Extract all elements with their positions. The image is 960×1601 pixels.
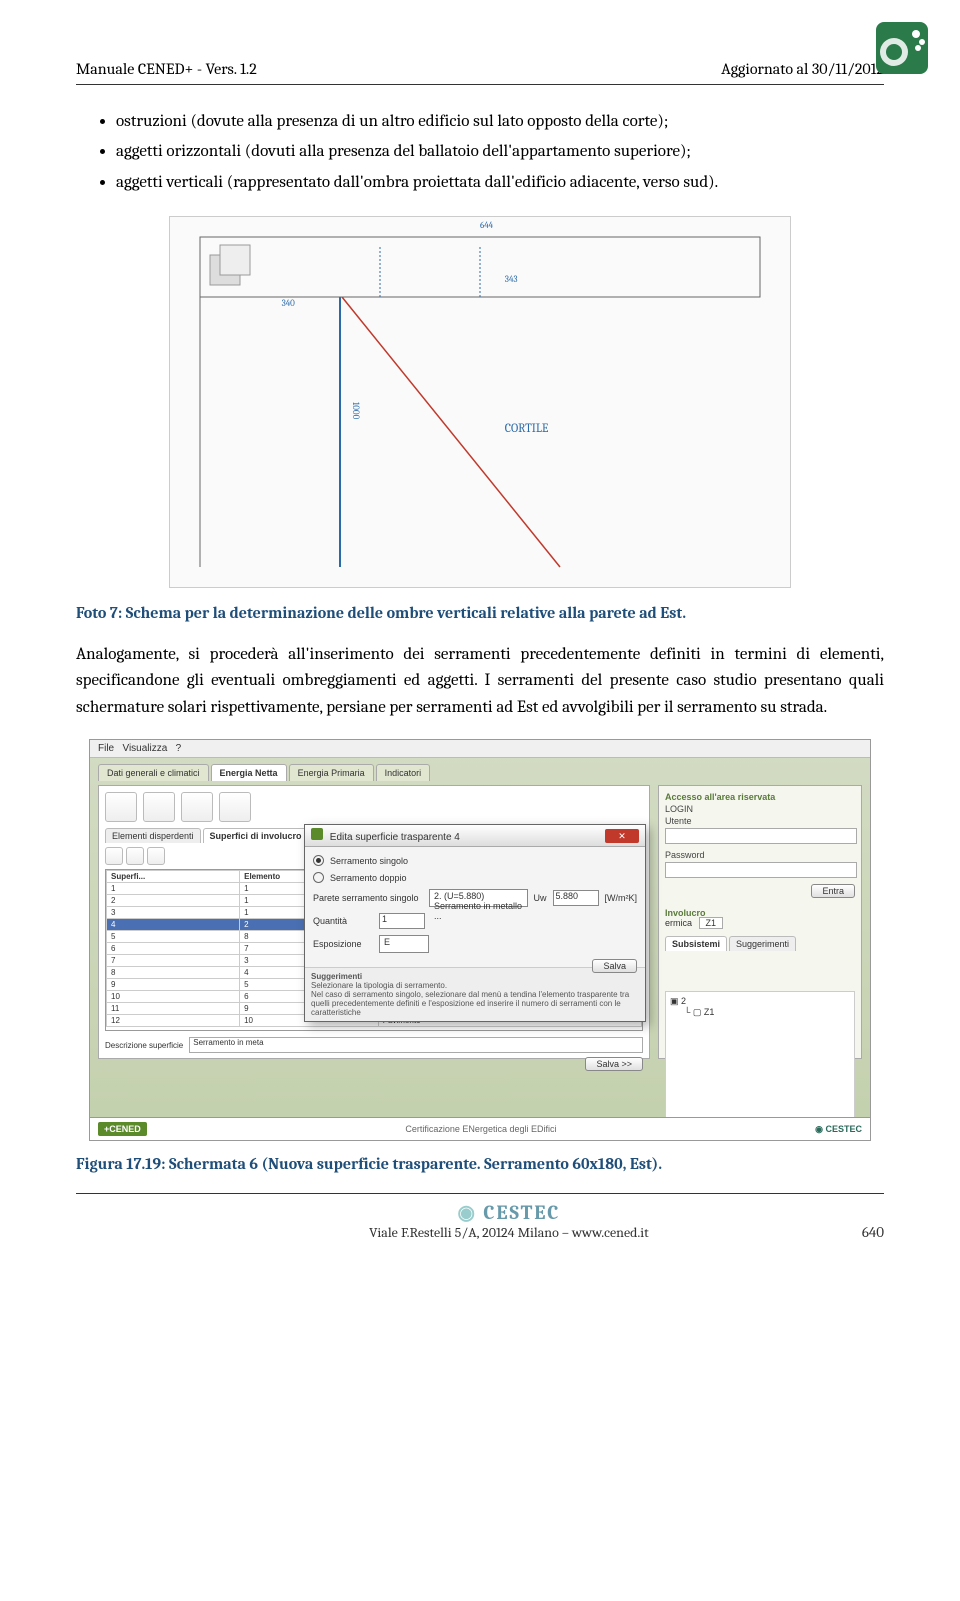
page-header: Manuale CENED+ - Vers. 1.2 Aggiornato al… bbox=[76, 60, 884, 78]
tab-energia-netta[interactable]: Energia Netta bbox=[211, 764, 287, 781]
uw-value: 5.880 bbox=[553, 890, 599, 906]
footer-address: Viale F.Restelli 5/A, 20124 Milano – www… bbox=[156, 1224, 862, 1241]
zona-label: ermica bbox=[665, 918, 692, 928]
table-cell: 9 bbox=[107, 979, 240, 991]
tree-child[interactable]: Z1 bbox=[704, 1007, 715, 1017]
radio-serramento-singolo[interactable] bbox=[313, 855, 324, 866]
app-screenshot: File Visualizza ? Dati generali e climat… bbox=[89, 739, 871, 1141]
add-icon[interactable] bbox=[105, 847, 123, 865]
toolbar-icon[interactable] bbox=[105, 792, 137, 822]
statusbar-text: Certificazione ENergetica degli EDifici bbox=[405, 1124, 556, 1134]
table-cell: 3 bbox=[107, 907, 240, 919]
zona-badge: Z1 bbox=[699, 917, 724, 929]
parete-select[interactable]: 2. (U=5.880) Serramento in metallo ... bbox=[429, 889, 528, 907]
figure-caption: Foto 7: Schema per la determinazione del… bbox=[76, 604, 884, 622]
table-cell: 2 bbox=[107, 895, 240, 907]
body-paragraph: Analogamente, si procederà all'inserimen… bbox=[76, 642, 884, 721]
dialog-title-text: Edita superficie trasparente 4 bbox=[311, 828, 460, 843]
table-cell: 6 bbox=[107, 943, 240, 955]
salva-main-button[interactable]: Salva >> bbox=[585, 1057, 643, 1071]
cortile-label: CORTILE bbox=[505, 421, 549, 435]
cened-logo-icon bbox=[874, 20, 930, 76]
close-icon[interactable]: ✕ bbox=[605, 829, 639, 843]
dimension-label: 644 bbox=[480, 221, 493, 231]
header-rule bbox=[76, 84, 884, 85]
table-cell: 12 bbox=[107, 1015, 240, 1027]
password-input[interactable] bbox=[665, 862, 857, 878]
table-cell: 5 bbox=[107, 931, 240, 943]
uw-label: Uw bbox=[534, 893, 547, 903]
tab-energia-primaria[interactable]: Energia Primaria bbox=[289, 764, 374, 781]
toolbar-icon[interactable] bbox=[181, 792, 213, 822]
cened-badge: +CENED bbox=[98, 1122, 147, 1136]
edit-icon[interactable] bbox=[126, 847, 144, 865]
dialog-icon bbox=[311, 828, 323, 840]
bullet-item: aggetti orizzontali (dovuti alla presenz… bbox=[116, 139, 884, 165]
plan-drawing: CORTILE 644 340 343 1000 bbox=[169, 216, 791, 588]
table-cell: 8 bbox=[107, 967, 240, 979]
edit-surface-dialog: Edita superficie trasparente 4 ✕ Serrame… bbox=[304, 824, 646, 1022]
status-bar: +CENED Certificazione ENergetica degli E… bbox=[90, 1117, 870, 1140]
radio-label: Serramento singolo bbox=[330, 856, 408, 866]
entra-button[interactable]: Entra bbox=[811, 884, 855, 898]
radio-label: Serramento doppio bbox=[330, 873, 407, 883]
toolbar-icon[interactable] bbox=[143, 792, 175, 822]
footer-rule bbox=[76, 1193, 884, 1194]
right-panel: Accesso all'area riservata LOGIN Utente … bbox=[658, 785, 862, 1059]
utente-input[interactable] bbox=[665, 828, 857, 844]
subtab-superfici[interactable]: Superfici di involucro bbox=[203, 828, 309, 843]
tab-dati-generali[interactable]: Dati generali e climatici bbox=[98, 764, 209, 781]
utente-label: Utente bbox=[665, 816, 855, 826]
doc-date: Aggiornato al 30/11/2012 bbox=[721, 60, 884, 78]
parete-label: Parete serramento singolo bbox=[313, 893, 423, 903]
col-superficie[interactable]: Superfi... bbox=[107, 871, 240, 883]
delete-icon[interactable] bbox=[147, 847, 165, 865]
bullet-list: ostruzioni (dovute alla presenza di un a… bbox=[76, 109, 884, 196]
table-cell: 10 bbox=[107, 991, 240, 1003]
dimension-label: 340 bbox=[282, 299, 295, 309]
figure-caption: Figura 17.19: Schermata 6 (Nuova superfi… bbox=[76, 1155, 884, 1173]
quantita-input[interactable]: 1 bbox=[379, 913, 425, 929]
subtab-subsistemi[interactable]: Subsistemi bbox=[665, 936, 727, 951]
login-label: LOGIN bbox=[665, 804, 855, 814]
menu-file[interactable]: File bbox=[98, 743, 114, 754]
dimension-label: 1000 bbox=[350, 402, 360, 419]
subtab-elementi[interactable]: Elementi disperdenti bbox=[105, 828, 201, 843]
quantita-label: Quantità bbox=[313, 916, 373, 926]
sugg-title: Suggerimenti bbox=[311, 972, 639, 981]
page-number: 640 bbox=[862, 1223, 884, 1241]
toolbar-icon[interactable] bbox=[219, 792, 251, 822]
esposizione-select[interactable]: E bbox=[379, 935, 429, 953]
salva-button[interactable]: Salva bbox=[592, 959, 637, 973]
menu-bar: File Visualizza ? bbox=[90, 740, 870, 758]
radio-serramento-doppio[interactable] bbox=[313, 872, 324, 883]
table-cell: 11 bbox=[107, 1003, 240, 1015]
uw-unit: [W/m²K] bbox=[605, 893, 638, 903]
bullet-item: ostruzioni (dovute alla presenza di un a… bbox=[116, 109, 884, 135]
page-footer: ◉ CESTEC Viale F.Restelli 5/A, 20124 Mil… bbox=[76, 1200, 884, 1241]
sugg-text: Nel caso di serramento singolo, selezion… bbox=[311, 990, 639, 1017]
table-cell: 1 bbox=[107, 883, 240, 895]
cestec-logo-icon: ◉ CESTEC bbox=[156, 1200, 862, 1224]
table-cell: 7 bbox=[107, 955, 240, 967]
desc-label: Descrizione superficie bbox=[105, 1041, 183, 1050]
main-tabs: Dati generali e climatici Energia Netta … bbox=[90, 758, 870, 781]
sugg-text: Selezionare la tipologia di serramento. bbox=[311, 981, 639, 990]
esposizione-label: Esposizione bbox=[313, 939, 373, 949]
dimension-label: 343 bbox=[505, 275, 518, 285]
tree-root[interactable]: 2 bbox=[681, 996, 686, 1006]
menu-help[interactable]: ? bbox=[176, 743, 182, 754]
password-label: Password bbox=[665, 850, 855, 860]
bullet-item: aggetti verticali (rappresentato dall'om… bbox=[116, 170, 884, 196]
cestec-badge: ◉ CESTEC bbox=[815, 1124, 862, 1135]
subtab-suggerimenti[interactable]: Suggerimenti bbox=[729, 936, 796, 951]
doc-title: Manuale CENED+ - Vers. 1.2 bbox=[76, 60, 257, 78]
menu-visualizza[interactable]: Visualizza bbox=[122, 743, 167, 754]
table-cell: 4 bbox=[107, 919, 240, 931]
desc-input[interactable]: Serramento in meta bbox=[189, 1037, 643, 1053]
dialog-suggestions: Suggerimenti Selezionare la tipologia di… bbox=[305, 967, 645, 1021]
accesso-label: Accesso all'area riservata bbox=[665, 792, 855, 802]
tab-indicatori[interactable]: Indicatori bbox=[376, 764, 431, 781]
